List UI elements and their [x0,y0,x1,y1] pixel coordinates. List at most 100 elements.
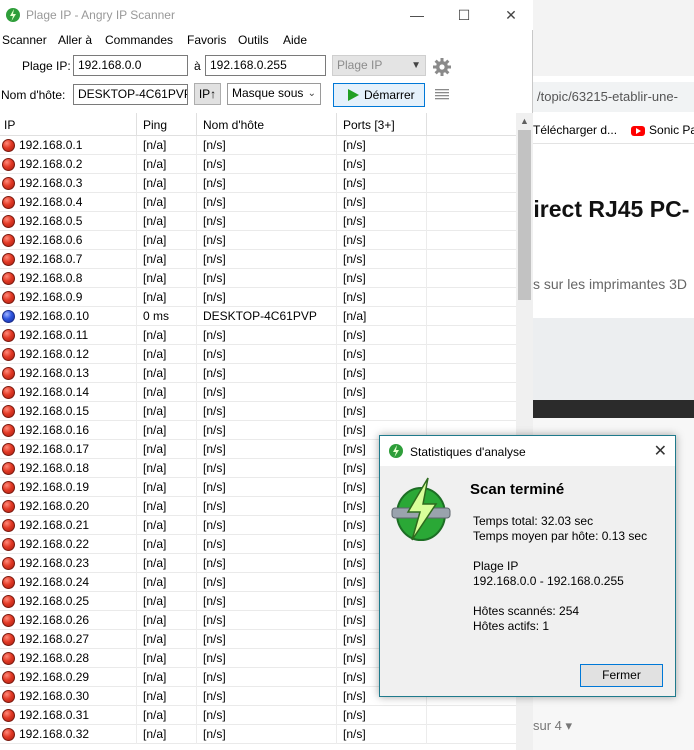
menu-scanner[interactable]: Scanner [2,33,47,47]
ip-text: 192.168.0.9 [19,290,83,304]
range-end-input[interactable]: 192.168.0.255 [205,55,326,76]
cell-hostname: [n/s] [197,383,337,402]
table-row[interactable]: 192.168.0.9 [n/a] [n/s] [n/s] [0,288,516,307]
cell-ports: [n/a] [337,307,427,326]
browser-url-bar[interactable]: /topic/63215-etablir-une- [533,82,694,112]
ip-text: 192.168.0.24 [19,575,90,589]
ip-text: 192.168.0.20 [19,499,90,513]
host-dead-icon [2,690,15,703]
cell-hostname: [n/s] [197,554,337,573]
table-row[interactable]: 192.168.0.2 [n/a] [n/s] [n/s] [0,155,516,174]
table-row[interactable]: 192.168.0.13 [n/a] [n/s] [n/s] [0,364,516,383]
table-row[interactable]: 192.168.0.14 [n/a] [n/s] [n/s] [0,383,516,402]
ip-text: 192.168.0.22 [19,537,90,551]
cell-ports: [n/s] [337,231,427,250]
ip-text: 192.168.0.28 [19,651,90,665]
table-row[interactable]: 192.168.0.8 [n/a] [n/s] [n/s] [0,269,516,288]
table-row[interactable]: 192.168.0.6 [n/a] [n/s] [n/s] [0,231,516,250]
host-dead-icon [2,709,15,722]
table-row[interactable]: 192.168.0.11 [n/a] [n/s] [n/s] [0,326,516,345]
column-header-ip[interactable]: IP [0,113,137,136]
columns-list-icon[interactable] [435,88,449,100]
minimize-button[interactable]: — [394,0,440,30]
cell-hostname: [n/s] [197,630,337,649]
scrollbar-thumb[interactable] [518,130,531,300]
bookmark-telecharger[interactable]: Télécharger d... [533,116,617,143]
table-row[interactable]: 192.168.0.32 [n/a] [n/s] [n/s] [0,725,516,744]
range-to-label: à [194,59,201,73]
host-dead-icon [2,671,15,684]
cell-ip: 192.168.0.23 [0,554,137,573]
cell-ping: [n/a] [137,687,197,706]
ip-text: 192.168.0.29 [19,670,90,684]
table-row[interactable]: 192.168.0.12 [n/a] [n/s] [n/s] [0,345,516,364]
table-row[interactable]: 192.168.0.3 [n/a] [n/s] [n/s] [0,174,516,193]
bookmark-sonic[interactable]: Sonic Pa [649,116,694,143]
close-icon[interactable]: ✕ [654,441,667,461]
cell-hostname: [n/s] [197,649,337,668]
host-dead-icon [2,348,15,361]
netmask-select[interactable]: Masque sous ⌄ [227,83,321,105]
range-label: Plage IP: [22,59,71,73]
cell-hostname: DESKTOP-4C61PVP [197,307,337,326]
menu-aide[interactable]: Aide [283,33,307,47]
column-header-ports[interactable]: Ports [3+] [337,113,427,136]
cell-ip: 192.168.0.28 [0,649,137,668]
table-row[interactable]: 192.168.0.7 [n/a] [n/s] [n/s] [0,250,516,269]
column-header-hostname[interactable]: Nom d'hôte [197,113,337,136]
cell-ports: [n/s] [337,155,427,174]
cell-ping: [n/a] [137,535,197,554]
browser-pager[interactable]: sur 4 ▾ [533,718,572,734]
host-dead-icon [2,538,15,551]
cell-hostname: [n/s] [197,136,337,155]
ip-text: 192.168.0.18 [19,461,90,475]
cell-hostname: [n/s] [197,193,337,212]
table-row[interactable]: 192.168.0.10 0 ms DESKTOP-4C61PVP [n/a] [0,307,516,326]
table-row[interactable]: 192.168.0.1 [n/a] [n/s] [n/s] [0,136,516,155]
close-window-button[interactable]: ✕ [488,0,534,30]
table-row[interactable]: 192.168.0.31 [n/a] [n/s] [n/s] [0,706,516,725]
table-row[interactable]: 192.168.0.5 [n/a] [n/s] [n/s] [0,212,516,231]
cell-ping: [n/a] [137,174,197,193]
fermer-button[interactable]: Fermer [580,664,663,687]
cell-ip: 192.168.0.26 [0,611,137,630]
host-dead-icon [2,443,15,456]
cell-ports: [n/s] [337,174,427,193]
range-start-input[interactable]: 192.168.0.0 [73,55,188,76]
cell-ping: [n/a] [137,706,197,725]
cell-hostname: [n/s] [197,326,337,345]
cell-ip: 192.168.0.5 [0,212,137,231]
cell-ping: [n/a] [137,478,197,497]
cell-hostname: [n/s] [197,250,337,269]
host-dead-icon [2,329,15,342]
ip-up-button[interactable]: IP↑ [194,83,221,105]
ip-text: 192.168.0.7 [19,252,83,266]
ip-text: 192.168.0.16 [19,423,90,437]
menu-outils[interactable]: Outils [238,33,269,47]
maximize-button[interactable]: ☐ [441,0,487,30]
cell-hostname: [n/s] [197,459,337,478]
scroll-up-icon[interactable]: ▲ [516,113,533,130]
cell-hostname: [n/s] [197,725,337,744]
cell-hostname: [n/s] [197,174,337,193]
menu-commandes[interactable]: Commandes [105,33,173,47]
cell-ip: 192.168.0.10 [0,307,137,326]
feeder-select[interactable]: Plage IP ▼ [332,55,426,76]
host-dead-icon [2,405,15,418]
gear-icon[interactable] [432,57,452,77]
cell-ip: 192.168.0.25 [0,592,137,611]
host-alive-icon [2,310,15,323]
column-header-ping[interactable]: Ping [137,113,197,136]
cell-ping: [n/a] [137,402,197,421]
menu-aller-a[interactable]: Aller à [58,33,92,47]
table-row[interactable]: 192.168.0.4 [n/a] [n/s] [n/s] [0,193,516,212]
table-row[interactable]: 192.168.0.15 [n/a] [n/s] [n/s] [0,402,516,421]
host-dead-icon [2,500,15,513]
hostname-input[interactable]: DESKTOP-4C61PVP [73,84,188,105]
range-value: 192.168.0.0 - 192.168.0.255 [473,574,624,588]
cell-ports: [n/s] [337,345,427,364]
menu-favoris[interactable]: Favoris [187,33,226,47]
start-button[interactable]: Démarrer [333,83,425,107]
cell-ping: [n/a] [137,725,197,744]
ip-text: 192.168.0.27 [19,632,90,646]
